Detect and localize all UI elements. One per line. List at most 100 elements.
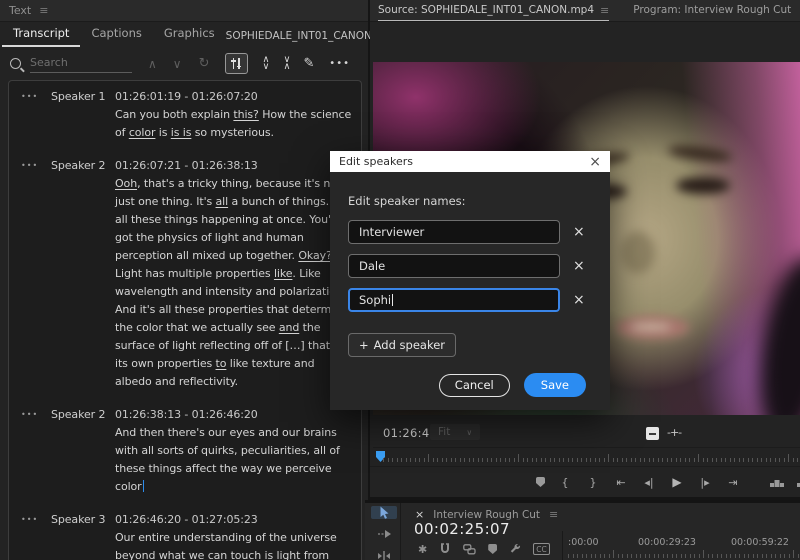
tab-transcript[interactable]: Transcript [2, 22, 81, 47]
add-marker-icon[interactable] [488, 544, 498, 554]
edit-pencil-icon[interactable]: ✎ [303, 57, 314, 70]
transcript-segment[interactable]: ••• Speaker 1 01:26:01:19 - 01:26:07:20 Can… [21, 88, 361, 142]
expand-segments-icon[interactable]: ∧ ∨ [263, 55, 270, 70]
segment-speaker-label[interactable]: Speaker 2 [51, 157, 115, 391]
retranscribe-icon[interactable]: ↻ [199, 57, 210, 70]
tab-graphics[interactable]: Graphics [153, 22, 226, 47]
close-icon[interactable]: × [589, 155, 601, 169]
panel-menu-icon[interactable]: ≡ [39, 4, 48, 17]
step-back-icon[interactable]: ◂| [641, 476, 657, 489]
track-select-tool-button[interactable] [377, 524, 392, 543]
segment-menu-icon[interactable]: ••• [21, 88, 51, 142]
save-button[interactable]: Save [523, 373, 586, 397]
remove-speaker-button[interactable]: × [573, 259, 585, 273]
text-panel-tab[interactable]: Text [9, 4, 31, 17]
ruler-tick [644, 554, 646, 558]
transcript-segment[interactable]: ••• Speaker 2 01:26:38:13 - 01:26:46:20 And… [21, 406, 361, 496]
play-icon[interactable]: ▶ [669, 475, 685, 489]
collapse-segments-icon[interactable]: ∨ ∧ [283, 55, 290, 70]
pause-autoscroll-toggle[interactable] [224, 53, 248, 74]
ruler-tick [793, 550, 794, 558]
tab-captions[interactable]: Captions [80, 22, 152, 47]
ruler-tick [784, 554, 785, 558]
add-speaker-button[interactable]: + Add speaker [348, 333, 457, 357]
ruler-tick [671, 554, 673, 558]
ruler-tick [572, 554, 574, 558]
source-time-ruler[interactable] [373, 447, 800, 464]
segment-menu-icon[interactable]: ••• [21, 511, 51, 560]
next-match-icon[interactable]: ∨ [173, 58, 182, 70]
timeline-time-ruler[interactable] [568, 550, 800, 560]
speaker-name-input[interactable]: Sophi [348, 288, 560, 312]
ripple-edit-tool-button[interactable] [377, 548, 391, 560]
monitor-settings-icon[interactable] [646, 427, 659, 440]
ruler-tick [617, 458, 618, 462]
tab-program-monitor[interactable]: Program: Interview Rough Cut [633, 0, 791, 21]
transcript-segment[interactable]: ••• Speaker 2 01:26:07:21 - 01:26:38:13 Ooh… [21, 157, 361, 391]
captions-track-icon[interactable]: CC [533, 543, 550, 555]
segment-menu-icon[interactable]: ••• [21, 157, 51, 391]
text-caret [392, 294, 394, 306]
segment-speaker-label[interactable]: Speaker 2 [51, 406, 115, 496]
selection-tool-button[interactable] [371, 506, 397, 519]
segment-text[interactable]: Can you both explain this? How the scien… [115, 106, 353, 142]
ruler-tick [640, 554, 641, 558]
ruler-tick [545, 458, 546, 462]
ruler-tick [689, 458, 690, 462]
transcript-segment[interactable]: ••• Speaker 3 01:26:46:20 - 01:27:05:23 Our… [21, 511, 361, 560]
transcript-toolbar: ∧ ∨ ↻ ∧ ∨ ∨ ∧ ✎ ••• [0, 47, 368, 80]
ruler-tick [738, 458, 740, 462]
segment-text[interactable]: And then there's our eyes and our brains… [115, 424, 353, 496]
dialog-header[interactable]: Edit speakers × [330, 151, 610, 172]
step-forward-icon[interactable]: |▸ [697, 476, 713, 489]
nest-toggle-icon[interactable]: ✱ [418, 543, 427, 556]
ruler-tick [716, 458, 717, 462]
previous-match-icon[interactable]: ∧ [148, 58, 157, 70]
ruler-tick [486, 458, 488, 462]
ruler-tick [450, 458, 452, 462]
segment-speaker-label[interactable]: Speaker 1 [51, 88, 115, 142]
segment-speaker-label[interactable]: Speaker 3 [51, 511, 115, 560]
speaker-name-input[interactable]: Dale [348, 254, 560, 278]
timeline-settings-wrench-icon[interactable] [509, 543, 521, 555]
ruler-tick [631, 554, 632, 558]
mark-out-icon[interactable]: } [585, 476, 601, 489]
add-marker-icon[interactable] [536, 477, 545, 487]
ruler-tick [509, 458, 510, 462]
segment-menu-icon[interactable]: ••• [21, 406, 51, 496]
ruler-tick [554, 458, 555, 462]
panel-menu-icon[interactable]: ≡ [600, 4, 609, 17]
video-subject-detail [676, 176, 730, 194]
ripple-edit-icon [378, 551, 390, 560]
edit-speakers-dialog: Edit speakers × Edit speaker names: Inte… [330, 151, 610, 410]
panel-menu-icon[interactable]: ≡ [549, 508, 558, 521]
segment-text[interactable]: Ooh, that's a tricky thing, because it's… [115, 175, 353, 391]
remove-speaker-button[interactable]: × [573, 225, 585, 239]
ruler-tick [590, 458, 591, 462]
speaker-name-input[interactable]: Interviewer [348, 220, 560, 244]
go-to-out-icon[interactable]: ⇥ [725, 476, 741, 489]
ruler-tick [725, 554, 727, 558]
ruler-tick [563, 458, 564, 462]
linked-selection-icon[interactable] [463, 543, 476, 555]
zoom-level-select[interactable]: Fit ∨ [430, 424, 481, 440]
ruler-tick [761, 458, 762, 462]
ruler-tick [599, 458, 600, 462]
insert-icon[interactable] [769, 476, 785, 488]
segment-text[interactable]: Our entire understanding of the universe… [115, 529, 353, 560]
ruler-tick [612, 458, 614, 462]
button-editor-icon[interactable]: -+- [667, 426, 682, 439]
ruler-tick [734, 458, 735, 462]
more-options-icon[interactable]: ••• [329, 58, 350, 69]
go-to-in-icon[interactable]: ⇤ [613, 476, 629, 489]
mark-in-icon[interactable]: { [557, 476, 573, 489]
overwrite-icon[interactable] [795, 476, 800, 488]
snap-magnet-icon[interactable] [439, 543, 451, 555]
remove-speaker-button[interactable]: × [573, 293, 585, 307]
ruler-tick [707, 458, 708, 462]
search-input[interactable] [30, 54, 132, 73]
transcript-list[interactable]: ••• Speaker 1 01:26:01:19 - 01:26:07:20 Can… [8, 80, 362, 560]
cancel-button[interactable]: Cancel [438, 373, 510, 397]
tab-source-monitor[interactable]: Source: SOPHIEDALE_INT01_CANON.mp4 ≡ [378, 0, 610, 21]
ruler-tick [752, 554, 754, 558]
